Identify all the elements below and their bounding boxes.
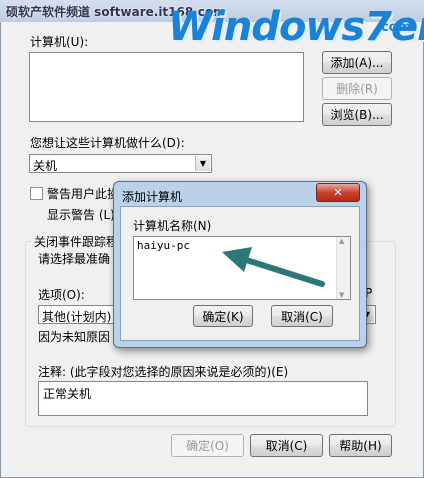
annotation-arrow-icon [222,247,325,287]
